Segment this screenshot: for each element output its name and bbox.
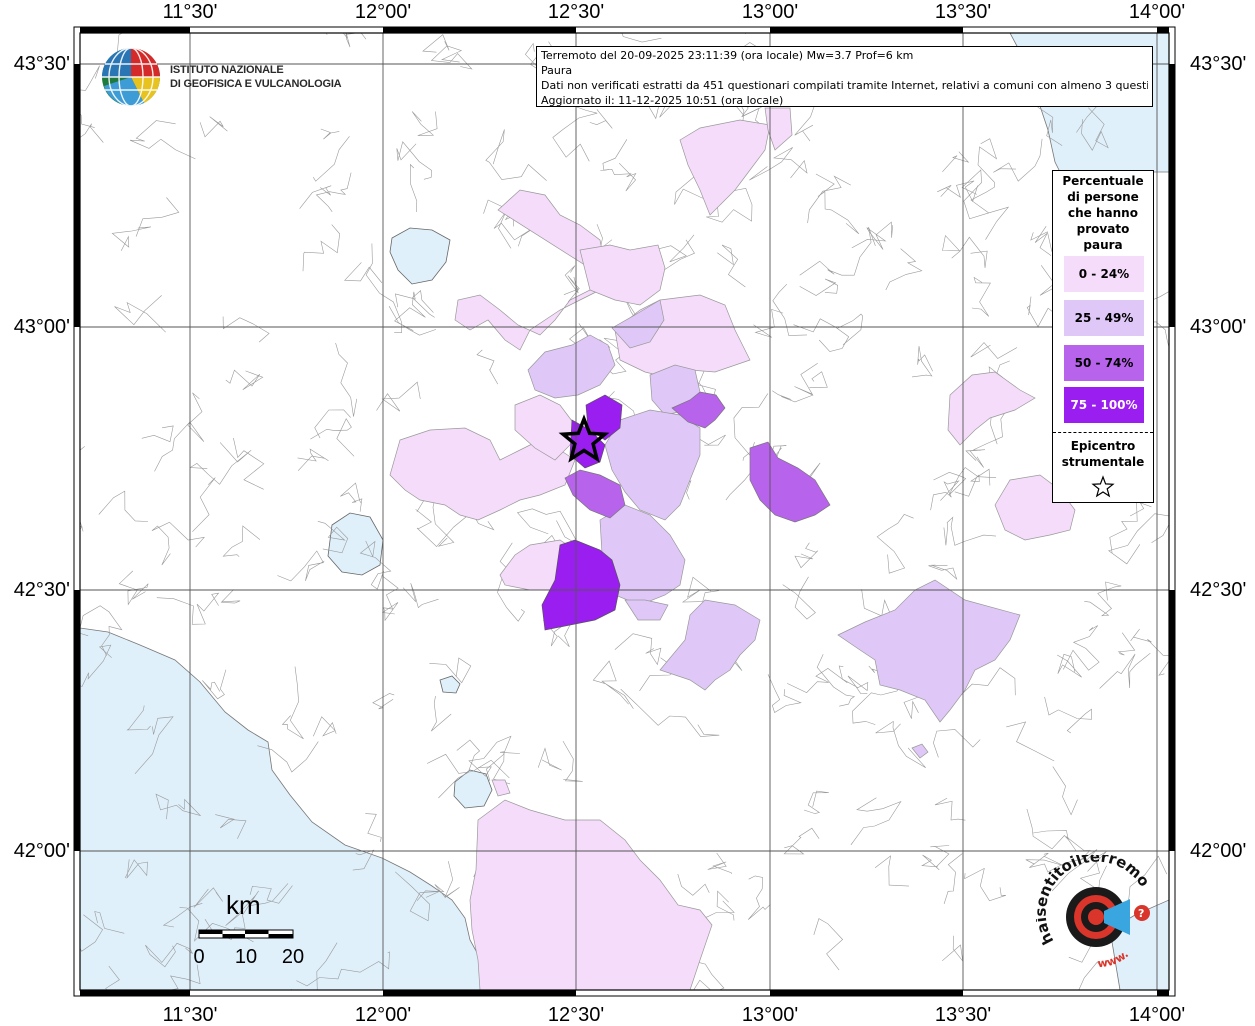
legend-title-line: Percentuale	[1062, 174, 1144, 188]
star-icon	[1091, 475, 1115, 498]
scale-tick-0: 0	[193, 946, 205, 968]
legend-class-0-24: 0 - 24%	[1064, 256, 1144, 292]
municipal-border	[80, 446, 85, 451]
legend-separator	[1053, 432, 1153, 433]
scale-tick-10: 10	[234, 946, 258, 968]
lat-label-left-4: 42°00'	[13, 840, 70, 862]
lon-label-top-2: 12°00'	[354, 1, 412, 23]
svg-text:?: ?	[1138, 907, 1144, 920]
lat-label-left-2: 43°00'	[13, 316, 70, 338]
legend-class-50-74: 50 - 74%	[1064, 345, 1144, 381]
legend-title-line: che hanno	[1068, 206, 1138, 220]
lon-label-bottom-2: 12°00'	[354, 1004, 412, 1026]
legend-title-line: di persone	[1067, 190, 1139, 204]
globe-icon	[102, 47, 161, 107]
legend-class-25-49: 25 - 49%	[1064, 300, 1144, 336]
lon-label-bottom-3: 12°30'	[547, 1004, 605, 1026]
lon-label-top-4: 13°00'	[741, 1, 799, 23]
legend-title-line: provato	[1076, 222, 1130, 236]
event-updated: Aggiornato il: 11-12-2025 10:51 (ora loc…	[541, 94, 784, 107]
lat-label-left-1: 43°30'	[13, 53, 70, 75]
logo-line-1: ISTITUTO NAZIONALE	[170, 64, 284, 76]
event-data-note: Dati non verificati estratti da 451 ques…	[541, 79, 1148, 92]
lat-label-right-4: 42°00'	[1190, 840, 1247, 862]
lat-label-right-3: 42°30'	[1190, 579, 1247, 601]
legend-epicenter-line: Epicentro	[1070, 439, 1136, 453]
lon-label-top-1: 11°30'	[162, 1, 218, 23]
lon-label-bottom-5: 13°30'	[934, 1004, 992, 1026]
legend: Percentuale di persone che hanno provato…	[1052, 170, 1154, 503]
lon-label-top-6: 14°00'	[1128, 1, 1186, 23]
lon-label-top-5: 13°30'	[934, 1, 992, 23]
legend-epicenter-label: Epicentro strumentale	[1053, 438, 1153, 470]
event-info-box: Terremoto del 20-09-2025 23:11:39 (ora l…	[536, 46, 1153, 107]
lon-label-bottom-6: 14°00'	[1128, 1004, 1186, 1026]
lon-label-top-3: 12°30'	[547, 1, 605, 23]
scale-unit: km	[226, 890, 261, 920]
logo-line-2: DI GEOFISICA E VULCANOLOGIA	[170, 78, 342, 90]
event-title: Terremoto del 20-09-2025 23:11:39 (ora l…	[541, 49, 914, 62]
legend-epicenter-line: strumentale	[1061, 455, 1145, 469]
lat-label-right-2: 43°00'	[1190, 316, 1247, 338]
lon-label-bottom-4: 13°00'	[741, 1004, 799, 1026]
ingv-logo: ISTITUTO NAZIONALE DI GEOFISICA E VULCAN…	[100, 46, 342, 112]
legend-title-line: paura	[1083, 238, 1123, 252]
lat-label-left-3: 42°30'	[13, 579, 70, 601]
scale-bar-graphic	[198, 929, 294, 939]
svg-text:www.: www.	[1097, 948, 1131, 971]
scale-bar: km 0 10 20	[186, 890, 316, 970]
legend-title: Percentuale di persone che hanno provato…	[1053, 173, 1153, 253]
haisentito-logo-icon: ? haisentitoilterremoto.it www.	[1036, 855, 1153, 971]
legend-class-75-100: 75 - 100%	[1064, 387, 1144, 423]
lon-label-bottom-1: 11°30'	[162, 1004, 218, 1026]
event-parameter: Paura	[541, 64, 573, 77]
scale-tick-20: 20	[281, 946, 305, 968]
lat-label-right-1: 43°30'	[1190, 53, 1247, 75]
